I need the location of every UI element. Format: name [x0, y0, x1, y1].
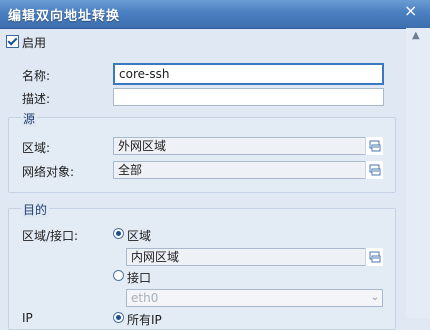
description-label: 描述: — [22, 92, 51, 106]
interface-select[interactable]: eth0 — [126, 289, 383, 307]
destination-zone-radio-label: 区域 — [127, 229, 152, 243]
ip-label: IP — [22, 311, 33, 325]
source-group-title: 源 — [21, 110, 38, 127]
destination-zone-picker-icon[interactable] — [365, 248, 383, 266]
destination-interface-radio[interactable] — [113, 270, 124, 281]
chevron-down-icon[interactable]: ⌄ — [366, 289, 384, 307]
all-ip-radio-label: 所有IP — [127, 313, 162, 327]
network-object-input[interactable]: 全部 — [113, 161, 383, 179]
window-title: 编辑双向地址转换 — [8, 9, 121, 24]
zone-interface-label: 区域/接口: — [22, 229, 79, 243]
close-icon[interactable]: × — [404, 2, 417, 20]
name-label: 名称: — [22, 69, 51, 83]
network-object-picker-icon[interactable] — [365, 161, 383, 179]
enable-checkbox[interactable] — [6, 35, 19, 48]
source-zone-picker-icon[interactable] — [365, 137, 383, 155]
scroll-up-icon[interactable]: ▲ — [412, 30, 420, 41]
vertical-scrollbar[interactable] — [406, 28, 430, 318]
network-object-label: 网络对象: — [22, 165, 75, 179]
description-input[interactable] — [113, 88, 384, 106]
source-group — [8, 117, 396, 193]
name-input[interactable]: core-ssh — [113, 63, 384, 85]
destination-group-title: 目的 — [21, 201, 50, 218]
destination-zone-input[interactable]: 内网区域 — [126, 248, 383, 266]
destination-zone-radio[interactable] — [113, 228, 124, 239]
enable-label: 启用 — [22, 36, 47, 50]
source-zone-label: 区域: — [22, 141, 51, 155]
source-zone-input[interactable]: 外网区域 — [113, 137, 383, 155]
destination-interface-radio-label: 接口 — [127, 271, 152, 285]
